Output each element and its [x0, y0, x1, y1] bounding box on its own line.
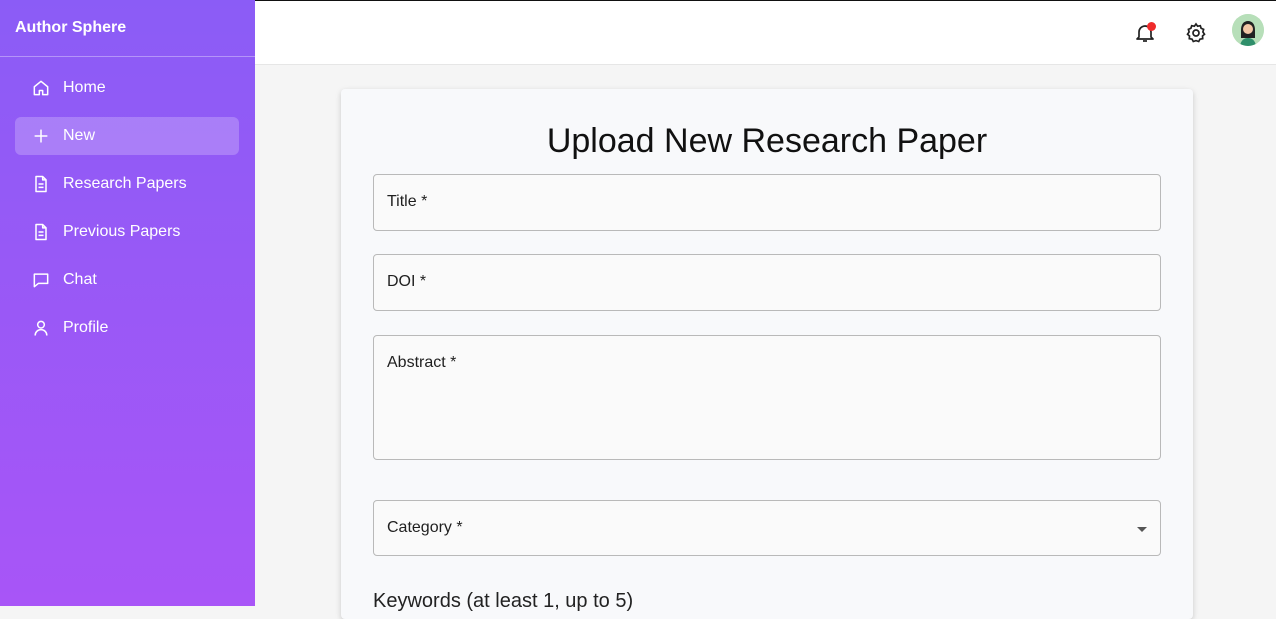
- title-field[interactable]: Title *: [373, 174, 1161, 231]
- title-label: Title *: [387, 193, 428, 210]
- plus-icon: [30, 125, 52, 147]
- sidebar: Author Sphere Home New Research Papers P…: [0, 0, 255, 606]
- keywords-label: Keywords (at least 1, up to 5): [373, 590, 634, 612]
- doi-label: DOI *: [387, 273, 427, 290]
- sidebar-item-profile[interactable]: Profile: [15, 309, 239, 347]
- settings-button[interactable]: [1184, 21, 1208, 45]
- notifications-button[interactable]: [1133, 21, 1157, 45]
- abstract-label: Abstract *: [387, 354, 457, 371]
- sidebar-item-home[interactable]: Home: [15, 69, 239, 107]
- sidebar-item-new[interactable]: New: [15, 117, 239, 155]
- user-avatar-icon: [1232, 14, 1264, 46]
- sidebar-item-label: Previous Papers: [63, 223, 181, 240]
- top-bar: [255, 0, 1276, 65]
- category-label: Category *: [387, 519, 463, 536]
- sidebar-item-label: Home: [63, 79, 106, 96]
- home-icon: [30, 77, 52, 99]
- sidebar-item-label: New: [63, 127, 96, 144]
- notification-badge: [1147, 22, 1156, 31]
- page-title: Upload New Research Paper: [546, 122, 988, 160]
- category-select[interactable]: Category *: [373, 500, 1161, 556]
- sidebar-item-label: Profile: [63, 319, 109, 336]
- document-icon: [30, 173, 52, 195]
- sidebar-item-label: Research Papers: [63, 175, 187, 192]
- user-icon: [30, 317, 52, 339]
- abstract-field[interactable]: Abstract *: [373, 335, 1161, 460]
- chat-icon: [30, 269, 52, 291]
- upload-card: Upload New Research Paper Title * DOI * …: [341, 89, 1193, 619]
- app-title: Author Sphere: [0, 0, 255, 57]
- sidebar-item-label: Chat: [63, 271, 97, 288]
- sidebar-item-research-papers[interactable]: Research Papers: [15, 165, 239, 203]
- chevron-down-icon: [1137, 527, 1147, 532]
- doi-field[interactable]: DOI *: [373, 254, 1161, 311]
- avatar[interactable]: [1232, 14, 1264, 46]
- sidebar-item-previous-papers[interactable]: Previous Papers: [15, 213, 239, 251]
- gear-icon: [1186, 22, 1206, 43]
- sidebar-nav: Home New Research Papers Previous Papers…: [0, 57, 255, 347]
- sidebar-item-chat[interactable]: Chat: [15, 261, 239, 299]
- document-icon: [30, 221, 52, 243]
